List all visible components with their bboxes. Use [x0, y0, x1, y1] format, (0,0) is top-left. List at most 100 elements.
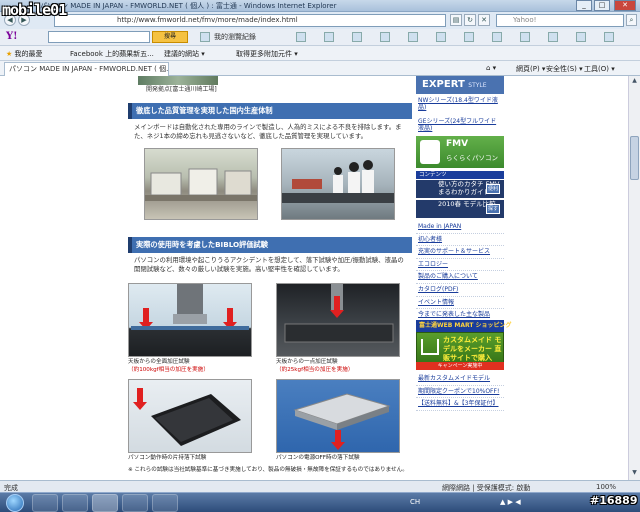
- expert-style-header[interactable]: EXPERT STYLE: [416, 76, 504, 94]
- widget-icon[interactable]: [464, 32, 474, 42]
- address-bar: ◀ ▶ http://www.fmworld.net/fmv/more/made…: [0, 12, 640, 29]
- widget-icon[interactable]: [436, 32, 446, 42]
- test-caption-4: パソコンの電源OFF時の落下試験: [276, 455, 360, 461]
- contents-label: コンテンツ: [416, 171, 504, 179]
- minimize-button[interactable]: _: [576, 0, 592, 11]
- pressure-test-photo-1: [128, 283, 252, 357]
- webmart-link[interactable]: 【送料無料】&【3年保証付】: [416, 398, 504, 411]
- pressure-test-photo-2: [276, 283, 400, 357]
- webmart-link[interactable]: 期間限定クーポンで10%OFF!: [416, 386, 504, 399]
- section-text-quality: メインボードは自動化された専用のラインで製造し、人為的ミスによる不良を排除します…: [134, 123, 402, 140]
- tab-current[interactable]: パソコン MADE IN JAPAN - FMWORLD.NET ( 個...: [4, 62, 169, 76]
- browser-window: パソコン MADE IN JAPAN - FMWORLD.NET ( 個人 ) …: [0, 0, 640, 512]
- webmart-campaign-strip[interactable]: キャンペーン実施中: [416, 362, 504, 370]
- ie-taskbar-icon[interactable]: [92, 494, 118, 512]
- widget-icon[interactable]: [492, 32, 502, 42]
- sidebar-link[interactable]: イベント情報: [416, 297, 504, 310]
- page-viewport: 開発拠点[富士通川崎工場] 徹底した品質管理を実現した国内生産体制 メインボード…: [0, 76, 628, 480]
- scroll-down-icon[interactable]: ▼: [630, 469, 639, 478]
- history-icon[interactable]: [200, 32, 210, 42]
- sidebar: EXPERT STYLE NWシリーズ(18.4型ワイド液晶) GEシリーズ(2…: [416, 76, 512, 480]
- tab-bar: パソコン MADE IN JAPAN - FMWORLD.NET ( 個... …: [0, 61, 640, 76]
- sidebar-link-list: Made in JAPAN 初心者様 充実のサポート＆サービス エコロジー 製品…: [416, 221, 504, 322]
- app-taskbar-icon[interactable]: [152, 494, 178, 512]
- test-caption-1: 天板からの全面加圧試験 （約100kgf相当の加圧を実施）: [128, 358, 209, 374]
- yahoo-logo[interactable]: Y!: [6, 31, 18, 42]
- search-input[interactable]: Yahoo!: [496, 14, 624, 27]
- widget-icon[interactable]: [408, 32, 418, 42]
- stop-icon[interactable]: ✕: [478, 14, 490, 26]
- widget-icon[interactable]: [380, 32, 390, 42]
- fmv-banner-title: FMV: [446, 139, 469, 149]
- sidebar-link-ge[interactable]: GEシリーズ(24型フルワイド液晶): [418, 118, 502, 132]
- sidebar-link[interactable]: 初心者様: [416, 234, 504, 247]
- webmart-link[interactable]: 最新カスタムメイドモデル: [416, 373, 504, 386]
- title-bar: パソコン MADE IN JAPAN - FMWORLD.NET ( 個人 ) …: [0, 0, 640, 12]
- sidebar-link[interactable]: 製品のご購入について: [416, 271, 504, 284]
- test-caption-2-detail: （約25kgf相当の加圧を実施）: [276, 367, 354, 373]
- toolbar-search-button[interactable]: 搜尋: [152, 31, 188, 43]
- cmd-page[interactable]: 網頁(P) ▾: [516, 64, 545, 74]
- sidebar-link-nw[interactable]: NWシリーズ(18.4型ワイド液晶): [418, 97, 502, 111]
- expert-subtitle: STYLE: [468, 82, 487, 89]
- favorite-link-addons[interactable]: 取得更多附加元件 ▾: [236, 49, 298, 59]
- guide-banner[interactable]: 使い方のカタチ FMVまるわかりガイド 便利: [416, 180, 504, 198]
- compat-icon[interactable]: ▤: [450, 14, 462, 26]
- top-caption: 開発拠点[富士通川崎工場]: [146, 86, 217, 93]
- language-indicator[interactable]: CH: [410, 498, 420, 506]
- favorite-link-facebook[interactable]: Facebook 上的蘋果新五...: [70, 49, 154, 59]
- home-icon[interactable]: ⌂ ▾: [486, 64, 496, 72]
- widget-icon[interactable]: [520, 32, 530, 42]
- app-taskbar-icon[interactable]: [122, 494, 148, 512]
- test-caption-3: パソコン動作時の片持落下試験: [128, 455, 207, 461]
- widget-icon[interactable]: [604, 32, 614, 42]
- auction-icon[interactable]: [352, 32, 362, 42]
- close-button[interactable]: ✕: [614, 0, 636, 11]
- guide-badge: 便利: [486, 184, 500, 194]
- start-button[interactable]: [6, 494, 24, 512]
- toolbar-search-input[interactable]: [48, 31, 150, 43]
- maximize-button[interactable]: □: [594, 0, 610, 11]
- cmd-tools[interactable]: 工具(O) ▾: [584, 64, 615, 74]
- webmart-link-list: 最新カスタムメイドモデル 期間限定クーポンで10%OFF! 【送料無料】&【3年…: [416, 373, 504, 411]
- favorite-link-suggested[interactable]: 建議的網站 ▾: [164, 49, 205, 59]
- vertical-scrollbar[interactable]: ▲ ▼: [628, 76, 640, 480]
- sidebar-link[interactable]: カタログ(PDF): [416, 284, 504, 297]
- tray-icons[interactable]: ▲ ▶ ◀: [500, 498, 521, 506]
- sidebar-link[interactable]: 充実のサポート＆サービス: [416, 246, 504, 259]
- favorites-button[interactable]: ★ 我的最愛: [6, 49, 43, 59]
- assembly-workers-photo: [281, 148, 395, 220]
- test-caption-1-title: 天板からの全面加圧試験: [128, 359, 190, 365]
- test-caption-2: 天板からの一点加圧試験 （約25kgf相当の加圧を実施）: [276, 358, 353, 374]
- fmv-banner-subtitle: らくらくパソコン: [446, 154, 498, 162]
- explorer-taskbar-icon[interactable]: [32, 494, 58, 512]
- scroll-thumb[interactable]: [630, 136, 639, 180]
- news-icon[interactable]: [324, 32, 334, 42]
- widget-icon[interactable]: [548, 32, 558, 42]
- drop-test-photo-1: [128, 379, 252, 453]
- models-banner[interactable]: 2010春 モデル比較 探す: [416, 200, 504, 218]
- expert-title: EXPERT: [422, 79, 465, 90]
- mail-icon[interactable]: [296, 32, 306, 42]
- scroll-up-icon[interactable]: ▲: [630, 77, 639, 86]
- webmart-banner-text: カスタムメイド モデルをメーカー 直販サイトで購入: [443, 336, 502, 362]
- zoom-level[interactable]: 100%: [596, 483, 616, 491]
- media-taskbar-icon[interactable]: [62, 494, 88, 512]
- refresh-icon[interactable]: ↻: [464, 14, 476, 26]
- star-icon: ★: [6, 50, 13, 58]
- cmd-safety[interactable]: 安全性(S) ▾: [546, 64, 583, 74]
- sidebar-link[interactable]: Made in JAPAN: [416, 221, 504, 234]
- sidebar-link[interactable]: エコロジー: [416, 259, 504, 272]
- fmv-rakuraku-banner[interactable]: FMV らくらくパソコン: [416, 136, 504, 168]
- fmv-pc-icon: [420, 140, 440, 164]
- models-badge: 探す: [486, 204, 500, 214]
- webmart-header[interactable]: 富士通WEB MART ショッピング: [416, 320, 512, 332]
- url-field[interactable]: http://www.fmworld.net/fmv/more/made/ind…: [54, 14, 446, 27]
- section-heading-tests: 実際の使用時を考慮したBIBLO評価試験: [128, 237, 412, 253]
- status-bar: 完成 網際網路 | 受保護模式: 啟動 100%: [0, 480, 640, 492]
- favorites-label: 我的最愛: [14, 50, 43, 58]
- widget-icon[interactable]: [576, 32, 586, 42]
- toolbar-item-history[interactable]: 我的瀏覽紀錄: [214, 32, 256, 42]
- post-watermark: #16889: [590, 494, 638, 507]
- search-icon[interactable]: ⌕: [626, 14, 637, 26]
